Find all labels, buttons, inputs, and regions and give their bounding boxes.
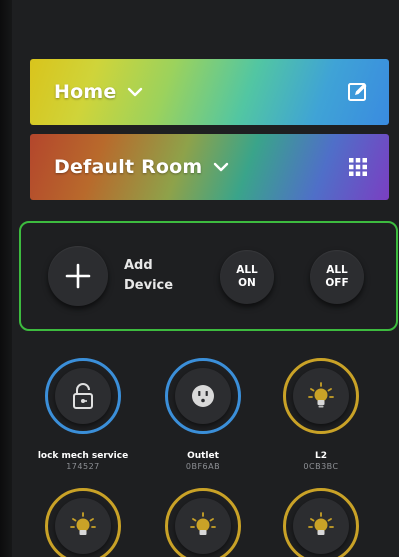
all-on-label-line1: ALL	[236, 264, 258, 276]
all-off-button[interactable]: ALL OFF	[310, 250, 364, 304]
device-button[interactable]	[55, 498, 111, 554]
all-off-label-line1: ALL	[326, 264, 348, 276]
device-tile-bulb[interactable]	[165, 488, 241, 557]
all-off-label-line2: OFF	[325, 277, 349, 289]
outlet-icon	[192, 385, 214, 407]
phone-edge	[0, 0, 12, 557]
add-device-label: Add Device	[124, 256, 204, 296]
device-tile-outlet[interactable]	[165, 358, 241, 434]
device-id: 0BF6AB	[185, 462, 221, 471]
device-tile-lock[interactable]	[45, 358, 121, 434]
device-tile-bulb[interactable]	[283, 488, 359, 557]
device-button[interactable]	[175, 498, 231, 554]
bulb-icon	[190, 512, 216, 535]
grid-icon[interactable]	[347, 156, 369, 178]
device-id: 0CB3BC	[303, 462, 339, 471]
add-label-line1: Add	[124, 258, 153, 273]
chevron-down-icon[interactable]	[212, 158, 230, 176]
device-button[interactable]	[175, 368, 231, 424]
device-name: lock mech service	[37, 451, 129, 461]
home-selector-bar[interactable]: Home	[30, 59, 389, 125]
chevron-down-icon[interactable]	[126, 83, 144, 101]
device-name: Outlet	[187, 451, 219, 461]
device-button[interactable]	[293, 368, 349, 424]
home-title: Home	[54, 81, 117, 103]
edit-icon[interactable]	[347, 81, 369, 103]
bulb-icon	[308, 512, 334, 535]
device-button[interactable]	[293, 498, 349, 554]
bulb-icon	[70, 512, 96, 535]
lock-icon	[73, 383, 93, 409]
add-device-panel: Add Device ALL ON ALL OFF	[19, 221, 398, 331]
device-name: L2	[315, 451, 327, 461]
room-title: Default Room	[54, 156, 203, 178]
all-on-button[interactable]: ALL ON	[220, 250, 274, 304]
bulb-icon	[308, 382, 334, 408]
device-id: 174527	[66, 462, 100, 471]
add-label-line2: Device	[124, 278, 174, 293]
add-device-button[interactable]	[48, 246, 108, 306]
device-tile-l2[interactable]	[283, 358, 359, 434]
all-on-label-line2: ON	[238, 277, 256, 289]
plus-icon	[65, 263, 91, 289]
device-tile-bulb[interactable]	[45, 488, 121, 557]
device-button[interactable]	[55, 368, 111, 424]
room-selector-bar[interactable]: Default Room	[30, 134, 389, 200]
